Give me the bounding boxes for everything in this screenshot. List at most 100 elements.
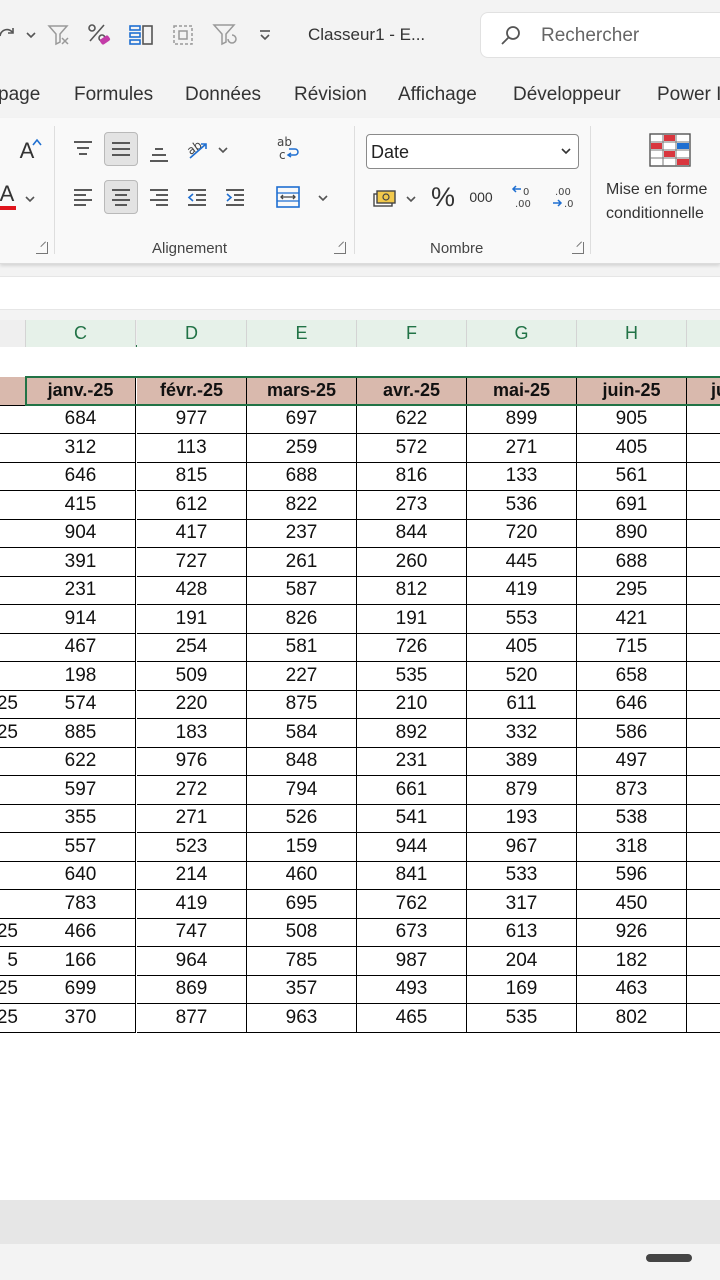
font-dialog-launcher-icon[interactable]	[36, 242, 48, 254]
table-cell[interactable]: 332	[467, 719, 577, 748]
table-cell[interactable]: 869	[137, 975, 247, 1004]
table-cell[interactable]: 905	[577, 405, 687, 434]
table-cell[interactable]: 405	[467, 633, 577, 662]
table-cell[interactable]: 622	[26, 747, 136, 776]
table-cell[interactable]: 848	[247, 747, 357, 776]
table-cell[interactable]: 509	[137, 662, 247, 691]
table-cell[interactable]: 963	[247, 1004, 357, 1033]
align-top-button[interactable]	[66, 132, 100, 166]
conditional-format-button[interactable]: Mise en forme conditionnelle	[606, 178, 707, 226]
table-cell[interactable]: 987	[357, 947, 467, 976]
month-header-cell[interactable]: juin-25	[577, 377, 687, 406]
table-cell[interactable]: 370	[26, 1004, 136, 1033]
table-cell[interactable]: 673	[357, 918, 467, 947]
table-cell[interactable]: 317	[467, 890, 577, 919]
tab-power-pivot[interactable]: Power I	[657, 84, 720, 106]
row-label-cell[interactable]	[0, 805, 26, 833]
table-cell[interactable]: 762	[357, 890, 467, 919]
table-cell[interactable]: 419	[137, 890, 247, 919]
month-header-cell[interactable]: avr.-25	[357, 377, 467, 406]
table-cell[interactable]: 231	[26, 576, 136, 605]
table-cell[interactable]: 926	[577, 918, 687, 947]
table-cell[interactable]: 613	[467, 918, 577, 947]
table-cell[interactable]: 191	[137, 605, 247, 634]
table-cell[interactable]: 272	[137, 776, 247, 805]
clear-filter-icon[interactable]	[44, 20, 74, 50]
table-cell[interactable]: 822	[247, 491, 357, 520]
table-cell[interactable]: 844	[357, 519, 467, 548]
column-header-e[interactable]: E	[247, 320, 357, 347]
row-label-cell[interactable]: 25	[0, 919, 26, 947]
table-cell[interactable]: 611	[467, 690, 577, 719]
month-header-cell[interactable]: mai-25	[467, 377, 577, 406]
row-label-header-cell[interactable]	[0, 377, 26, 406]
row-label-cell[interactable]	[0, 890, 26, 919]
table-cell[interactable]: 815	[137, 462, 247, 491]
table-cell[interactable]: 210	[357, 690, 467, 719]
column-header-h[interactable]: H	[577, 320, 687, 347]
table-cell-partial[interactable]	[687, 434, 720, 463]
table-cell[interactable]: 428	[137, 576, 247, 605]
table-cell[interactable]: 841	[357, 861, 467, 890]
table-cell[interactable]: 113	[137, 434, 247, 463]
table-cell[interactable]: 892	[357, 719, 467, 748]
table-cell[interactable]: 520	[467, 662, 577, 691]
month-header-cell-partial[interactable]: ju	[687, 377, 720, 406]
table-cell[interactable]: 622	[357, 405, 467, 434]
table-cell-partial[interactable]	[687, 605, 720, 634]
tab-formulas[interactable]: Formules	[74, 84, 153, 106]
table-cell[interactable]: 133	[467, 462, 577, 491]
table-cell[interactable]: 538	[577, 804, 687, 833]
table-cell[interactable]: 231	[357, 747, 467, 776]
row-label-cell[interactable]	[0, 776, 26, 805]
table-cell[interactable]: 254	[137, 633, 247, 662]
table-cell-partial[interactable]	[687, 462, 720, 491]
table-cell[interactable]: 977	[137, 405, 247, 434]
table-cell[interactable]: 877	[137, 1004, 247, 1033]
table-cell[interactable]: 802	[577, 1004, 687, 1033]
table-cell[interactable]: 535	[357, 662, 467, 691]
row-label-cell[interactable]	[0, 748, 26, 776]
scroll-handle[interactable]	[646, 1254, 692, 1262]
table-cell[interactable]: 783	[26, 890, 136, 919]
table-cell[interactable]: 572	[357, 434, 467, 463]
table-cell[interactable]: 944	[357, 833, 467, 862]
table-cell[interactable]: 914	[26, 605, 136, 634]
tab-page-layout[interactable]: page	[0, 84, 40, 106]
column-header-d[interactable]: D	[137, 320, 247, 347]
table-cell[interactable]: 183	[137, 719, 247, 748]
table-cell[interactable]: 271	[137, 804, 247, 833]
accounting-format-button[interactable]	[368, 182, 402, 216]
row-label-cell[interactable]	[0, 520, 26, 548]
table-cell-partial[interactable]	[687, 690, 720, 719]
table-cell[interactable]: 646	[26, 462, 136, 491]
align-middle-button[interactable]	[104, 132, 138, 166]
align-right-button[interactable]	[142, 180, 176, 214]
orientation-button[interactable]: ab	[180, 132, 214, 166]
table-cell-partial[interactable]	[687, 975, 720, 1004]
font-color-button[interactable]: A	[0, 180, 24, 214]
table-cell[interactable]: 612	[137, 491, 247, 520]
row-label-cell[interactable]	[0, 605, 26, 634]
row-label-cell[interactable]	[0, 662, 26, 691]
table-cell[interactable]: 204	[467, 947, 577, 976]
table-cell[interactable]: 586	[577, 719, 687, 748]
table-cell[interactable]: 417	[137, 519, 247, 548]
table-cell[interactable]: 715	[577, 633, 687, 662]
row-label-cell[interactable]	[0, 491, 26, 520]
chevron-down-icon[interactable]	[406, 194, 416, 204]
table-cell[interactable]: 596	[577, 861, 687, 890]
table-cell[interactable]: 169	[467, 975, 577, 1004]
table-cell[interactable]: 581	[247, 633, 357, 662]
row-label-cell[interactable]	[0, 862, 26, 890]
table-cell[interactable]: 159	[247, 833, 357, 862]
table-cell[interactable]: 214	[137, 861, 247, 890]
table-cell[interactable]: 273	[357, 491, 467, 520]
number-format-select[interactable]: Date	[366, 134, 579, 169]
table-cell-partial[interactable]	[687, 747, 720, 776]
table-cell[interactable]: 646	[577, 690, 687, 719]
table-cell[interactable]: 466	[26, 918, 136, 947]
increase-decimal-button[interactable]: 0.00	[506, 180, 540, 214]
table-cell[interactable]: 726	[357, 633, 467, 662]
table-cell[interactable]: 421	[577, 605, 687, 634]
